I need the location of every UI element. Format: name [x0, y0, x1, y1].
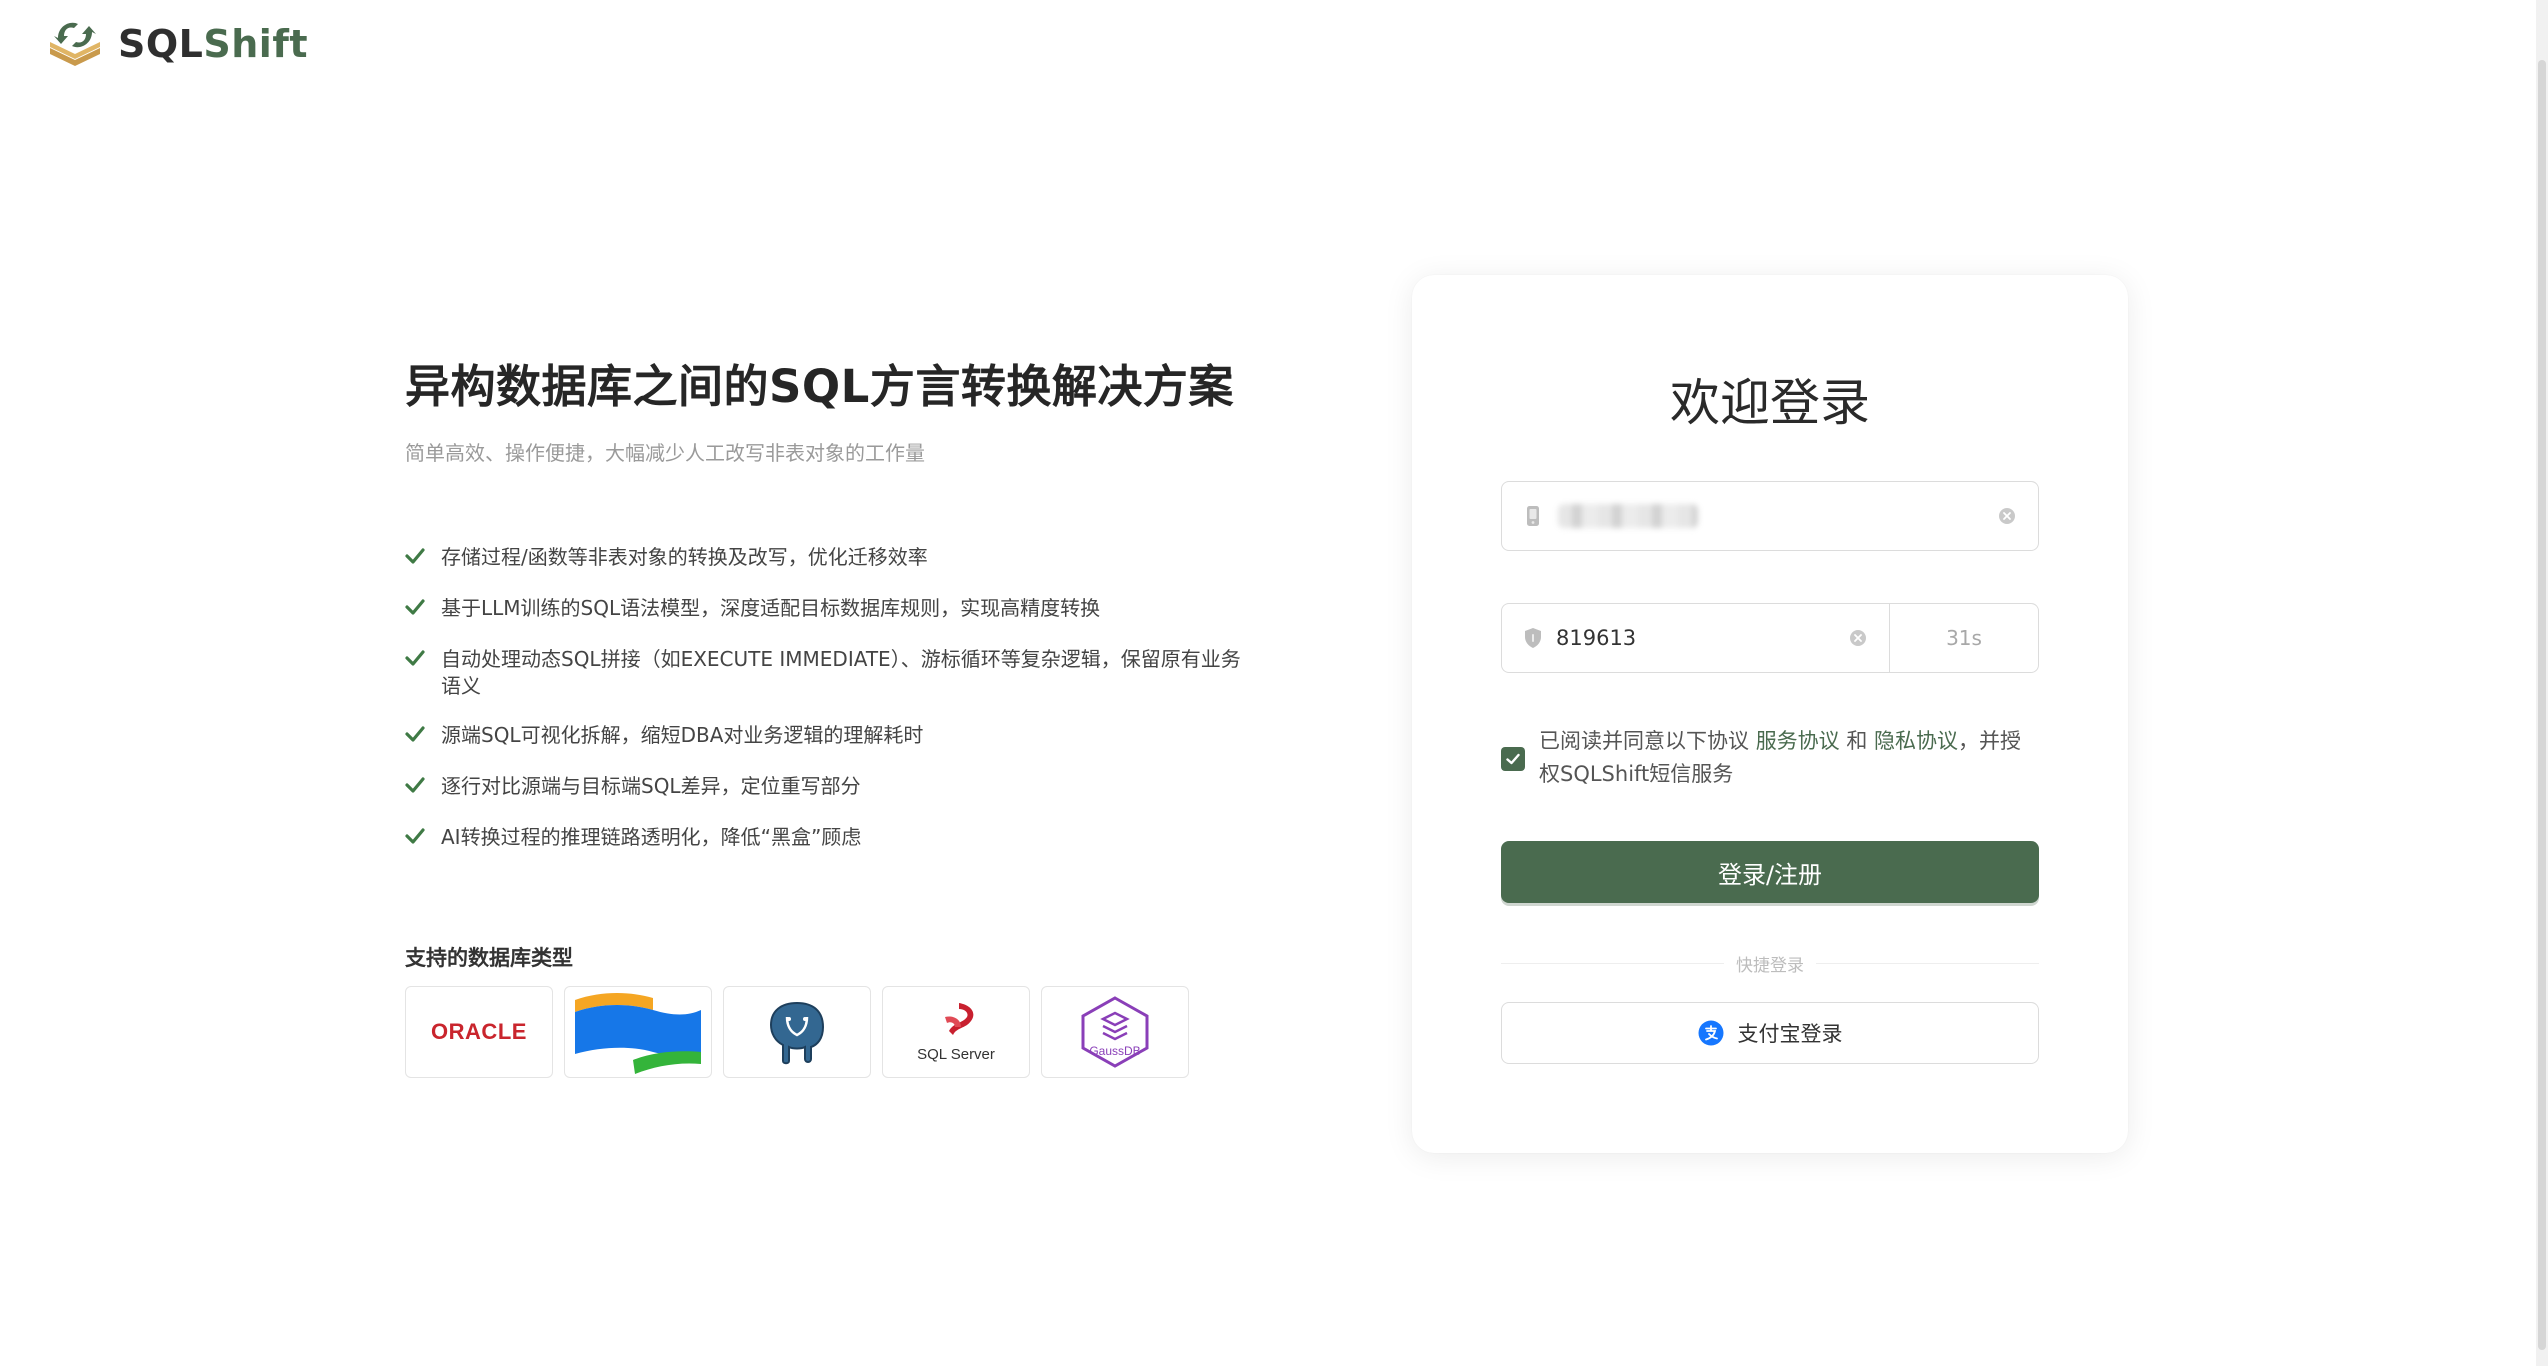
alipay-icon	[1698, 1020, 1723, 1046]
db-tile-gaussdb: GaussDB	[1041, 986, 1189, 1078]
verification-code-input[interactable]: 819613	[1501, 603, 1889, 673]
phone-number-redacted	[1558, 504, 1698, 528]
check-icon	[405, 828, 425, 844]
alipay-login-button[interactable]: 支付宝登录	[1501, 1002, 2039, 1064]
feature-text: AI转换过程的推理链路透明化，降低“黑盒”顾虑	[441, 825, 862, 849]
intro-section: 异构数据库之间的SQL方言转换解决方案 简单高效、操作便捷，大幅减少人工改写非表…	[405, 350, 1255, 875]
oracle-logo: ORACLE	[431, 1019, 527, 1044]
phone-input[interactable]	[1501, 481, 2039, 551]
divider-line-left	[1501, 962, 1724, 964]
verification-code-value: 819613	[1556, 626, 1637, 650]
check-icon	[405, 777, 425, 793]
login-card: 欢迎登录 819613 31s 已阅读并同意以下协议 服务协议 和 隐私协议，并…	[1412, 275, 2128, 1153]
feature-text: 自动处理动态SQL拼接（如EXECUTE IMMEDIATE）、游标循环等复杂逻…	[441, 647, 1241, 698]
dameng-logo-icon	[575, 993, 701, 1074]
page-scrollbar[interactable]	[2536, 0, 2548, 1366]
privacy-agreement-link[interactable]: 隐私协议	[1874, 729, 1958, 753]
mobile-phone-icon	[1527, 506, 1539, 526]
resend-countdown-button[interactable]: 31s	[1889, 603, 2039, 673]
feature-text: 逐行对比源端与目标端SQL差异，定位重写部分	[441, 774, 861, 798]
hero-subtitle: 简单高效、操作便捷，大幅减少人工改写非表对象的工作量	[405, 441, 925, 465]
scrollbar-thumb[interactable]	[2538, 60, 2546, 1350]
agreement-prefix: 已阅读并同意以下协议	[1539, 729, 1756, 753]
feature-item: 源端SQL可视化拆解，缩短DBA对业务逻辑的理解耗时	[405, 722, 1255, 749]
agreement-row: 已阅读并同意以下协议 服务协议 和 隐私协议，并授权SQLShift短信服务	[1501, 725, 2041, 791]
db-tile-sqlserver: SQL Server	[882, 986, 1030, 1078]
service-agreement-link[interactable]: 服务协议	[1756, 729, 1840, 753]
feature-item: AI转换过程的推理链路透明化，降低“黑盒”顾虑	[405, 824, 1255, 851]
clear-code-icon[interactable]	[1849, 629, 1867, 647]
check-icon	[405, 548, 425, 564]
db-types-title: 支持的数据库类型	[405, 946, 573, 970]
db-tile-dameng	[564, 986, 712, 1078]
brand-logo[interactable]: SQLShift	[44, 18, 308, 70]
postgresql-elephant-icon	[769, 1001, 825, 1065]
login-page: SQLShift 异构数据库之间的SQL方言转换解决方案 简单高效、操作便捷，大…	[0, 0, 2548, 1366]
divider-line-right	[1816, 962, 2039, 964]
agreement-checkbox[interactable]	[1501, 747, 1525, 771]
check-icon	[405, 599, 425, 615]
feature-text: 基于LLM训练的SQL语法模型，深度适配目标数据库规则，实现高精度转换	[441, 596, 1101, 620]
alipay-login-label: 支付宝登录	[1737, 1022, 1843, 1046]
feature-text: 存储过程/函数等非表对象的转换及改写，优化迁移效率	[441, 545, 928, 569]
shield-icon	[1525, 628, 1541, 648]
feature-item: 逐行对比源端与目标端SQL差异，定位重写部分	[405, 773, 1255, 800]
sqlshift-logo-icon	[50, 22, 100, 66]
login-register-button[interactable]: 登录/注册	[1501, 841, 2039, 903]
hero-title: 异构数据库之间的SQL方言转换解决方案	[405, 360, 1234, 413]
feature-item: 存储过程/函数等非表对象的转换及改写，优化迁移效率	[405, 544, 1255, 571]
gaussdb-label: GaussDB	[1089, 1044, 1140, 1058]
agreement-text: 已阅读并同意以下协议 服务协议 和 隐私协议，并授权SQLShift短信服务	[1539, 725, 2041, 791]
feature-list: 存储过程/函数等非表对象的转换及改写，优化迁移效率 基于LLM训练的SQL语法模…	[405, 544, 1255, 851]
quick-login-divider: 快捷登录	[1501, 951, 2039, 976]
feature-text: 源端SQL可视化拆解，缩短DBA对业务逻辑的理解耗时	[441, 723, 924, 747]
feature-item: 自动处理动态SQL拼接（如EXECUTE IMMEDIATE）、游标循环等复杂逻…	[405, 646, 1255, 700]
verification-code-row: 819613 31s	[1501, 603, 2039, 673]
quick-login-label: 快捷登录	[1736, 955, 1804, 976]
sqlserver-label: SQL Server	[917, 1046, 995, 1063]
db-logo-list: ORACLE SQL Server GaussDB	[405, 986, 1189, 1078]
feature-item: 基于LLM训练的SQL语法模型，深度适配目标数据库规则，实现高精度转换	[405, 595, 1255, 622]
db-tile-postgresql	[723, 986, 871, 1078]
clear-phone-icon[interactable]	[1998, 507, 2016, 525]
db-tile-oracle: ORACLE	[405, 986, 553, 1078]
checkmark-icon	[1506, 753, 1520, 765]
gaussdb-logo-icon: GaussDB	[1081, 996, 1149, 1068]
login-title: 欢迎登录	[1670, 374, 1870, 432]
check-icon	[405, 650, 425, 666]
brand-name: SQLShift	[118, 22, 309, 66]
check-icon	[405, 726, 425, 742]
agreement-and: 和	[1839, 729, 1875, 753]
sqlserver-logo-icon: SQL Server	[917, 1003, 995, 1063]
